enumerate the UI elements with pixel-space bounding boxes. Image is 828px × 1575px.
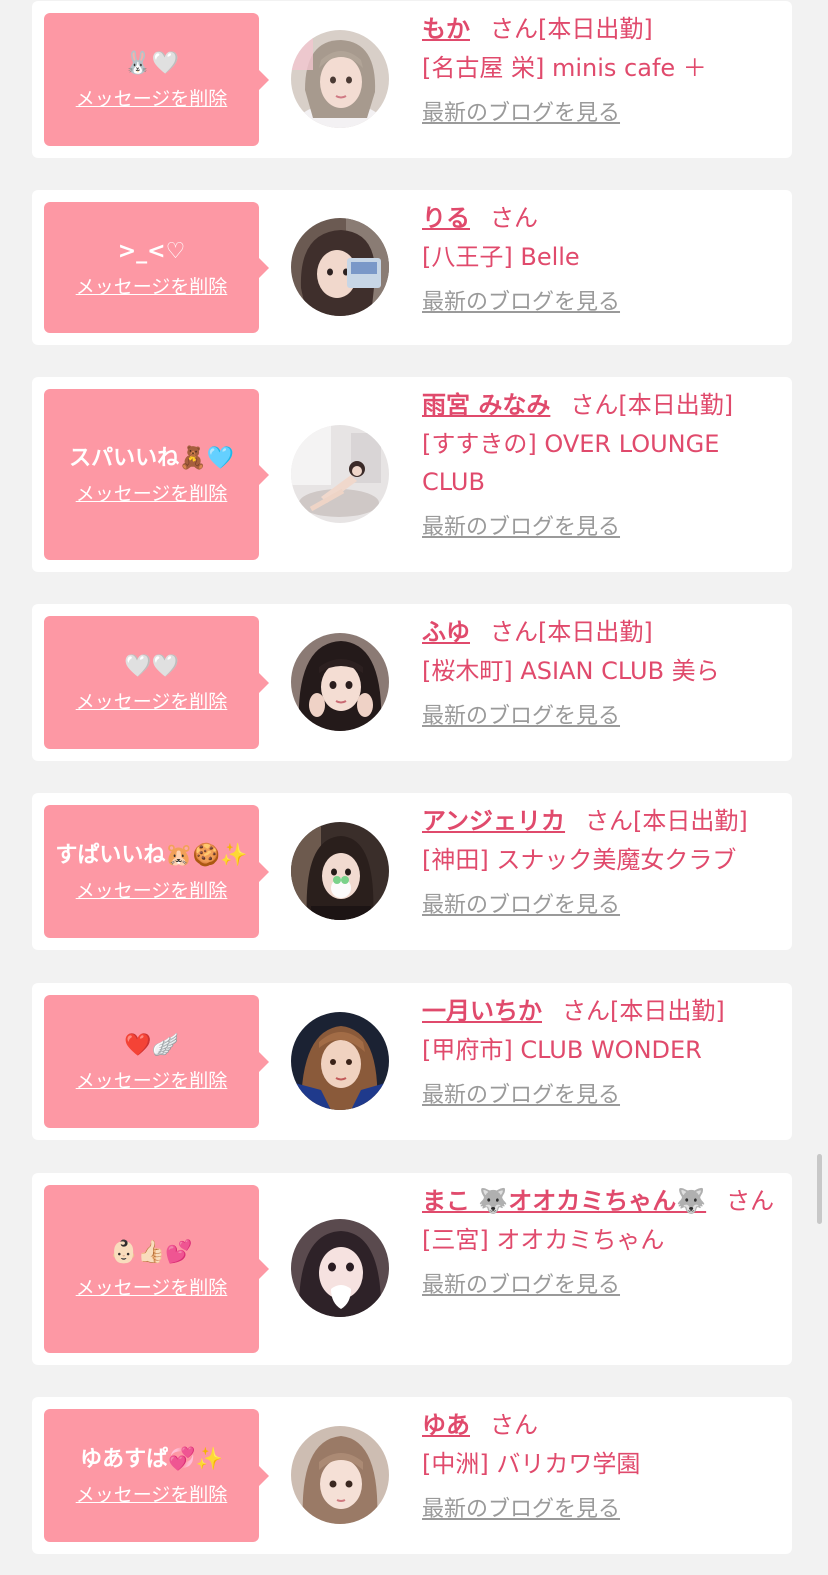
avatar[interactable]: [291, 1219, 389, 1317]
delete-message-link[interactable]: メッセージを削除: [76, 273, 228, 301]
message-bubble: スパいいね🧸🩵 メッセージを削除: [44, 389, 269, 560]
honorific: さん: [490, 204, 538, 232]
scrollbar[interactable]: [817, 1154, 822, 1224]
delete-message-link[interactable]: メッセージを削除: [76, 1481, 228, 1509]
list-item: スパいいね🧸🩵 メッセージを削除 雨宮 みなみ さん[本日出勤] [すすきの] O…: [32, 377, 792, 572]
avatar[interactable]: [291, 1426, 389, 1524]
delete-message-link[interactable]: メッセージを削除: [76, 480, 228, 508]
latest-blog-link[interactable]: 最新のブログを見る: [422, 99, 620, 129]
message-text: すぱいいね🐹🍪✨: [55, 842, 248, 868]
honorific: さん: [490, 1411, 538, 1439]
honorific: さん: [562, 997, 610, 1025]
honorific: さん: [570, 391, 619, 419]
girl-name-link[interactable]: 雨宮 みなみ: [422, 391, 550, 419]
delete-message-link[interactable]: メッセージを削除: [76, 85, 228, 113]
attendance-status: [本日出勤]: [633, 807, 748, 835]
attendance-status: [本日出勤]: [538, 618, 653, 646]
delete-message-link[interactable]: メッセージを削除: [76, 1067, 228, 1095]
message-bubble: 🤍🤍 メッセージを削除: [44, 616, 269, 749]
avatar[interactable]: [291, 633, 389, 731]
message-bubble: 🐰🤍 メッセージを削除: [44, 13, 269, 146]
latest-blog-link[interactable]: 最新のブログを見る: [422, 288, 620, 318]
list-item: >_<♡ メッセージを削除 りる さん [八王子] Belle 最新のブログを見る: [32, 190, 792, 345]
profile-info: ふゆ さん[本日出勤] [桜木町] ASIAN CLUB 美ら 最新のブログを見る: [422, 614, 782, 732]
girl-name-link[interactable]: アンジェリカ: [422, 807, 565, 835]
girl-name-link[interactable]: りる: [422, 204, 470, 232]
honorific: さん: [726, 1187, 775, 1215]
shop-name: [名古屋 栄] minis cafe ＋: [422, 54, 707, 82]
delete-message-link[interactable]: メッセージを削除: [76, 1274, 228, 1302]
profile-info: 一月いちか さん[本日出勤] [甲府市] CLUB WONDER 最新のブログを見…: [422, 993, 782, 1111]
attendance-status: [本日出勤]: [610, 997, 725, 1025]
delete-message-link[interactable]: メッセージを削除: [76, 688, 228, 716]
profile-info: アンジェリカ さん[本日出勤] [神田] スナック美魔女クラブ 最新のブログを見る: [422, 803, 782, 921]
latest-blog-link[interactable]: 最新のブログを見る: [422, 1495, 620, 1525]
shop-name: [八王子] Belle: [422, 243, 580, 271]
list-item: 🤍🤍 メッセージを削除 ふゆ さん[本日出勤] [桜木町] ASIAN CLUB …: [32, 604, 792, 761]
girl-name-link[interactable]: ふゆ: [422, 618, 470, 646]
shop-name: [すすきの] OVER LOUNGE CLUB: [422, 430, 720, 496]
list-item: 👶🏻👍🏻💕 メッセージを削除 まこ 🐺オオカミちゃん🐺 さん [三宮] オオカミち…: [32, 1173, 792, 1365]
avatar[interactable]: [291, 822, 389, 920]
message-text: ゆあすぱ💞✨: [80, 1446, 223, 1472]
message-bubble: 👶🏻👍🏻💕 メッセージを削除: [44, 1185, 269, 1353]
shop-name: [中洲] バリカワ学園: [422, 1450, 641, 1478]
girl-name-link[interactable]: まこ 🐺オオカミちゃん🐺: [422, 1187, 706, 1215]
message-text: 👶🏻👍🏻💕: [110, 1240, 193, 1265]
avatar[interactable]: [291, 425, 389, 523]
list-item: ゆあすぱ💞✨ メッセージを削除 ゆあ さん [中洲] バリカワ学園 最新のブログを…: [32, 1397, 792, 1554]
message-bubble: すぱいいね🐹🍪✨ メッセージを削除: [44, 805, 269, 938]
honorific: さん: [490, 618, 538, 646]
profile-info: ゆあ さん [中洲] バリカワ学園 最新のブログを見る: [422, 1407, 782, 1525]
message-bubble: ❤️🪽 メッセージを削除: [44, 995, 269, 1128]
message-text: ❤️🪽: [124, 1032, 179, 1058]
avatar[interactable]: [291, 1012, 389, 1110]
girl-name-link[interactable]: ゆあ: [422, 1411, 470, 1439]
latest-blog-link[interactable]: 最新のブログを見る: [422, 513, 620, 543]
profile-info: りる さん [八王子] Belle 最新のブログを見る: [422, 200, 782, 318]
delete-message-link[interactable]: メッセージを削除: [76, 877, 228, 905]
honorific: さん: [585, 807, 634, 835]
list-item: ❤️🪽 メッセージを削除 一月いちか さん[本日出勤] [甲府市] CLUB WO…: [32, 983, 792, 1140]
attendance-status: [本日出勤]: [618, 391, 734, 419]
message-text: 🐰🤍: [124, 50, 179, 76]
message-text: 🤍🤍: [124, 653, 179, 679]
profile-info: まこ 🐺オオカミちゃん🐺 さん [三宮] オオカミちゃん 最新のブログを見る: [422, 1183, 782, 1301]
avatar[interactable]: [291, 218, 389, 316]
avatar[interactable]: [291, 30, 389, 128]
honorific: さん: [490, 15, 538, 43]
latest-blog-link[interactable]: 最新のブログを見る: [422, 702, 620, 732]
latest-blog-link[interactable]: 最新のブログを見る: [422, 1271, 620, 1301]
message-text: スパいいね🧸🩵: [69, 445, 234, 471]
message-bubble: ゆあすぱ💞✨ メッセージを削除: [44, 1409, 269, 1542]
message-text: >_<♡: [117, 238, 186, 264]
attendance-status: [本日出勤]: [538, 15, 653, 43]
shop-name: [三宮] オオカミちゃん: [422, 1226, 665, 1254]
shop-name: [神田] スナック美魔女クラブ: [422, 846, 737, 874]
latest-blog-link[interactable]: 最新のブログを見る: [422, 891, 620, 921]
shop-name: [甲府市] CLUB WONDER: [422, 1036, 702, 1064]
message-bubble: >_<♡ メッセージを削除: [44, 202, 269, 333]
latest-blog-link[interactable]: 最新のブログを見る: [422, 1081, 620, 1111]
list-item: 🐰🤍 メッセージを削除 もか さん[本日出勤] [名古屋 栄] minis caf…: [32, 1, 792, 158]
profile-info: もか さん[本日出勤] [名古屋 栄] minis cafe ＋ 最新のブログを見…: [422, 11, 782, 129]
profile-info: 雨宮 みなみ さん[本日出勤] [すすきの] OVER LOUNGE CLUB 最…: [422, 387, 782, 543]
girl-name-link[interactable]: もか: [422, 15, 470, 43]
list-item: すぱいいね🐹🍪✨ メッセージを削除 アンジェリカ さん[本日出勤] [神田] スナ…: [32, 793, 792, 950]
shop-name: [桜木町] ASIAN CLUB 美ら: [422, 657, 720, 685]
girl-name-link[interactable]: 一月いちか: [422, 997, 542, 1025]
